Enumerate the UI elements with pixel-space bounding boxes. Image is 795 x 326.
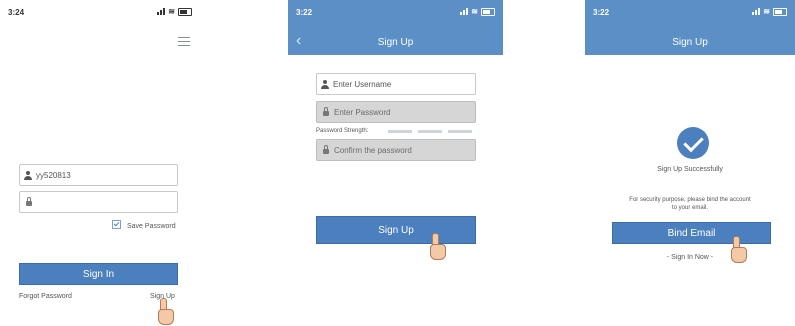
confirm-placeholder: Confirm the password (334, 145, 412, 155)
status-time: 3:24 (8, 8, 25, 17)
status-bar: 3:22 ≋ (288, 0, 503, 24)
signal-icon (752, 8, 761, 15)
status-icons: ≋ (157, 7, 192, 16)
status-icons: ≋ (752, 7, 787, 16)
hand-pointer-icon (158, 298, 174, 325)
username-input[interactable]: Enter Username (316, 73, 476, 95)
sign-in-now-link[interactable]: - Sign In Now - (585, 254, 795, 261)
username-placeholder: Enter Username (333, 79, 392, 89)
password-field[interactable] (19, 191, 178, 213)
sign-in-button[interactable]: Sign In (19, 263, 178, 285)
signal-icon (157, 8, 166, 15)
username-field[interactable]: yy520813 (19, 164, 178, 186)
nav-bar: 3:22 ≋ Sign Up (585, 0, 795, 55)
battery-icon (481, 7, 495, 16)
status-bar: 3:24 ≋ (0, 0, 200, 24)
status-time: 3:22 (296, 8, 313, 17)
user-icon (321, 79, 329, 89)
success-message: Sign Up Successfully (657, 166, 723, 173)
forgot-password-link[interactable]: Forgot Password (19, 293, 72, 300)
status-bar: 3:22 ≋ (585, 0, 795, 24)
password-strength-label: Password Strength: (316, 128, 369, 134)
nav-bar: 3:22 ≋ ‹ Sign Up (288, 0, 503, 55)
status-time: 3:22 (593, 8, 610, 17)
checkmark-icon (112, 220, 121, 229)
signup-success-screen: 3:22 ≋ Sign Up Sign Up Successfully For … (585, 0, 795, 326)
wifi-icon: ≋ (471, 7, 478, 16)
save-password-label: Save Password (127, 223, 176, 230)
signal-icon (460, 8, 469, 15)
user-icon (24, 170, 32, 180)
confirm-password-input[interactable]: Confirm the password (316, 139, 476, 161)
security-text-line1: For security purpose, please bind the ac… (629, 197, 751, 203)
save-password-checkbox[interactable]: Save Password (112, 220, 176, 230)
username-value: yy520813 (36, 170, 71, 180)
hand-pointer-icon (731, 236, 747, 263)
success-checkmark-icon (677, 127, 709, 159)
nav-title: Sign Up (377, 37, 414, 48)
sign-up-button[interactable]: Sign Up (316, 216, 476, 244)
lock-icon (26, 197, 32, 206)
hand-pointer-icon (430, 233, 446, 260)
password-placeholder: Enter Password (334, 107, 391, 117)
login-screen: 3:24 ≋ yy520813 Save Password Sign In Fo… (0, 0, 200, 326)
wifi-icon: ≋ (763, 7, 770, 16)
bind-email-button[interactable]: Bind Email (612, 222, 771, 244)
password-strength-meter (388, 130, 472, 133)
lock-icon (323, 145, 329, 154)
battery-icon (178, 7, 192, 16)
security-text-line2: to your email. (671, 205, 708, 211)
wifi-icon: ≋ (168, 7, 175, 16)
signup-screen: 3:22 ≋ ‹ Sign Up Enter Username Enter Pa… (288, 0, 503, 326)
battery-icon (773, 7, 787, 16)
lock-icon (323, 107, 329, 116)
status-icons: ≋ (460, 7, 495, 16)
nav-title: Sign Up (672, 37, 708, 48)
menu-icon[interactable] (178, 37, 190, 49)
password-input[interactable]: Enter Password (316, 101, 476, 123)
